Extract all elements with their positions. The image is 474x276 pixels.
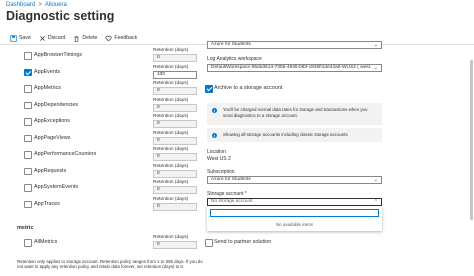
archive-label: Archive to a storage account <box>214 85 283 91</box>
retention-input[interactable]: 0 <box>153 120 197 128</box>
partner-label: Send to partner solution <box>214 239 272 245</box>
close-icon <box>39 35 45 41</box>
partner-checkbox[interactable] <box>205 239 213 247</box>
chevron-down-icon: ⌄ <box>371 65 378 71</box>
log-category-label: AppExceptions <box>34 118 70 124</box>
delete-button[interactable]: Delete <box>73 35 97 42</box>
retention-input[interactable]: 0 <box>153 202 197 211</box>
subscription-select[interactable]: Azure for Students ⌄ <box>207 176 382 184</box>
retention-label: Retention (days) <box>153 48 189 53</box>
log-analytics-label: Log Analytics workspace <box>207 56 262 62</box>
subscription-value: Azure for Students <box>211 177 251 182</box>
delete-label: Delete <box>82 35 98 41</box>
breadcrumb-resource[interactable]: Allouera <box>45 2 67 8</box>
chevron-down-icon: ⌄ <box>373 42 378 48</box>
feedback-label: Feedback <box>114 35 138 41</box>
log-category-label: AppEvents <box>34 68 61 75</box>
archive-checkbox[interactable] <box>205 85 213 93</box>
subscription-top-value: Azure for Students <box>211 42 251 47</box>
storage-charge-text: You'll be charged normal data rates for … <box>223 107 368 118</box>
log-category-checkbox[interactable] <box>24 167 32 175</box>
classic-storage-info: i Showing all storage accounts including… <box>207 128 382 142</box>
command-bar: Save Discard Delete Feedback <box>10 33 145 43</box>
log-category-label: AppRequests <box>34 167 67 174</box>
heart-icon <box>105 35 112 41</box>
subscription-label: Subscription <box>207 169 235 175</box>
allmetrics-label: AllMetrics <box>34 239 58 245</box>
log-analytics-select[interactable]: DefaultWorkspace-95da3514-7355-4645-bfbf… <box>207 64 382 72</box>
allmetrics-retention-label: Retention (days) <box>153 235 189 240</box>
feedback-button[interactable]: Feedback <box>105 35 137 42</box>
info-icon: i <box>212 108 217 113</box>
retention-input[interactable]: 0 <box>153 169 197 178</box>
discard-label: Discard <box>47 35 66 41</box>
retention-label: Retention (days) <box>153 64 189 70</box>
log-category-label: AppPerformanceCounters <box>34 151 97 157</box>
log-category-label: AppBrowserTimings <box>34 52 83 58</box>
retention-input[interactable]: 100 <box>153 70 197 79</box>
log-category-checkbox[interactable] <box>24 85 32 93</box>
log-category-checkbox[interactable] <box>24 200 32 208</box>
save-icon <box>10 34 17 42</box>
classic-storage-text: Showing all storage accounts including c… <box>223 132 348 137</box>
breadcrumb-separator: > <box>38 2 42 8</box>
log-category-checkbox[interactable] <box>24 151 32 159</box>
log-category-checkbox[interactable] <box>24 134 32 142</box>
log-analytics-value: DefaultWorkspace-95da3514-7355-4645-bfbf… <box>211 65 375 70</box>
retention-label: Retention (days) <box>153 81 189 86</box>
retention-label: Retention (days) <box>153 130 189 136</box>
retention-label: Retention (days) <box>153 180 189 185</box>
storage-account-dropdown: No available items <box>207 206 382 231</box>
more-options-button[interactable]: ... <box>97 11 108 21</box>
discard-button[interactable]: Discard <box>39 35 66 42</box>
log-category-label: AppPageViews <box>34 134 71 141</box>
storage-account-value: No storage account <box>211 199 253 204</box>
location-label: Location <box>207 149 226 155</box>
storage-account-label: Storage account * <box>207 191 247 197</box>
retention-label: Retention (days) <box>153 196 189 202</box>
log-category-label: AppDependencies <box>34 101 79 108</box>
log-category-checkbox[interactable] <box>24 118 32 126</box>
vertical-scrollbar[interactable] <box>470 60 473 220</box>
retention-input[interactable]: 0 <box>153 87 197 95</box>
log-category-label: AppMetrics <box>34 85 61 91</box>
log-category-checkbox[interactable] <box>24 68 32 76</box>
log-category-checkbox[interactable] <box>24 184 32 192</box>
retention-input[interactable]: 0 <box>153 103 197 112</box>
storage-empty-text: No available items <box>275 222 314 227</box>
storage-charge-info: i You'll be charged normal data rates fo… <box>207 103 382 125</box>
retention-label: Retention (days) <box>153 147 189 152</box>
log-category-label: AppTraces <box>34 200 60 207</box>
breadcrumb-dashboard[interactable]: Dashboard <box>6 2 35 8</box>
chevron-up-icon: ⌃ <box>373 199 378 205</box>
allmetrics-retention-input[interactable]: 0 <box>153 241 197 249</box>
breadcrumb: Dashboard > Allouera <box>6 2 67 8</box>
retention-input[interactable]: 0 <box>153 54 197 62</box>
storage-account-search[interactable] <box>210 209 379 217</box>
trash-icon <box>74 35 80 42</box>
metric-heading: metric <box>17 225 34 231</box>
log-category-checkbox[interactable] <box>24 52 32 60</box>
retention-note: Retention only applies to storage accoun… <box>17 259 203 270</box>
retention-input[interactable]: 0 <box>153 136 197 145</box>
save-button[interactable]: Save <box>10 34 31 42</box>
location-value: West US 2 <box>207 156 231 162</box>
chevron-down-icon: ⌄ <box>373 177 378 183</box>
info-icon: i <box>212 132 217 138</box>
allmetrics-checkbox[interactable] <box>24 239 32 247</box>
storage-account-select[interactable]: No storage account ⌃ <box>207 198 382 206</box>
log-category-checkbox[interactable] <box>24 101 32 109</box>
log-category-label: AppSystemEvents <box>34 184 79 190</box>
save-label: Save <box>19 35 31 41</box>
retention-input[interactable]: 0 <box>153 186 197 194</box>
retention-label: Retention (days) <box>153 114 189 119</box>
retention-input[interactable]: 0 <box>153 153 197 161</box>
retention-label: Retention (days) <box>153 97 189 103</box>
retention-label: Retention (days) <box>153 163 189 169</box>
subscription-select-top[interactable]: Azure for Students ⌄ <box>207 41 382 49</box>
